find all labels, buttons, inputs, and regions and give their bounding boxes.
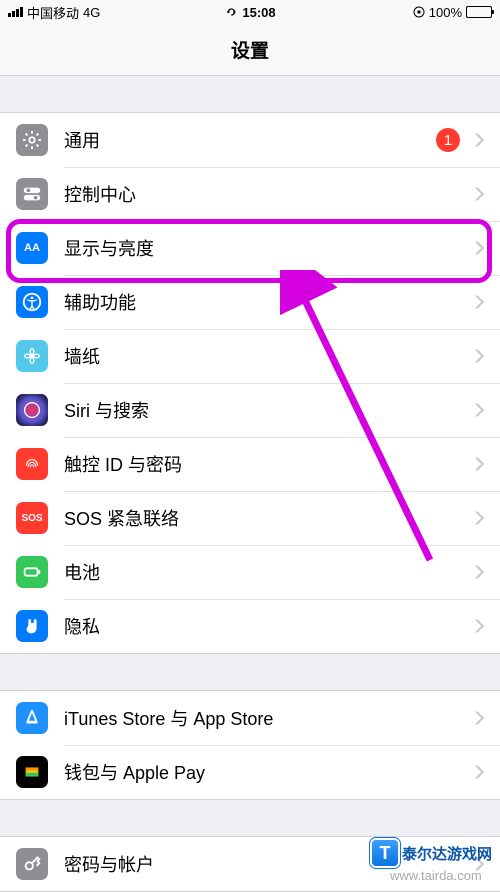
text-size-icon: AA [16, 232, 48, 264]
row-label: Siri 与搜索 [64, 397, 472, 423]
settings-row-display[interactable]: AA 显示与亮度 [0, 221, 500, 275]
carrier-label: 中国移动 [27, 3, 79, 22]
fingerprint-icon [16, 448, 48, 480]
sos-icon: SOS [16, 502, 48, 534]
flower-icon [16, 340, 48, 372]
settings-row-accessibility[interactable]: 辅助功能 [0, 275, 500, 329]
hand-icon [16, 610, 48, 642]
chevron-right-icon [470, 457, 484, 471]
row-label: iTunes Store 与 App Store [64, 705, 472, 731]
row-label: 辅助功能 [64, 289, 472, 315]
chevron-right-icon [470, 133, 484, 147]
chevron-right-icon [470, 295, 484, 309]
hotspot-icon [224, 6, 238, 18]
chevron-right-icon [470, 711, 484, 725]
chevron-right-icon [470, 349, 484, 363]
time-label: 15:08 [242, 5, 275, 20]
watermark-url: www.tairda.com [390, 868, 482, 885]
settings-group-2: iTunes Store 与 App Store 钱包与 Apple Pay [0, 690, 500, 800]
chevron-right-icon [470, 403, 484, 417]
settings-row-general[interactable]: 通用 1 [0, 113, 500, 167]
row-label: 触控 ID 与密码 [64, 451, 472, 477]
key-icon [16, 848, 48, 880]
row-label: 隐私 [64, 613, 472, 639]
settings-row-battery[interactable]: 电池 [0, 545, 500, 599]
row-label: 墙纸 [64, 343, 472, 369]
row-label: SOS 紧急联络 [64, 505, 472, 531]
chevron-right-icon [470, 619, 484, 633]
settings-group-1: 通用 1 控制中心 AA 显示与亮度 辅助功能 墙纸 Siri 与搜索 [0, 112, 500, 654]
settings-row-wallpaper[interactable]: 墙纸 [0, 329, 500, 383]
row-label: 电池 [64, 559, 472, 585]
battery-pct: 100% [429, 5, 462, 20]
page-title: 设置 [231, 36, 269, 63]
row-label: 控制中心 [64, 181, 472, 207]
status-bar: 中国移动 4G 15:08 100% [0, 0, 500, 24]
siri-icon [16, 394, 48, 426]
chevron-right-icon [470, 187, 484, 201]
row-label: 通用 [64, 127, 436, 153]
appstore-icon [16, 702, 48, 734]
status-center: 15:08 [224, 5, 275, 20]
nav-bar: 设置 [0, 24, 500, 76]
badge-count: 1 [436, 128, 460, 152]
network-label: 4G [83, 5, 100, 20]
chevron-right-icon [470, 565, 484, 579]
status-right: 100% [413, 5, 492, 20]
chevron-right-icon [470, 765, 484, 779]
row-label: 钱包与 Apple Pay [64, 759, 472, 785]
toggle-icon [16, 178, 48, 210]
settings-row-itunes[interactable]: iTunes Store 与 App Store [0, 691, 500, 745]
settings-row-siri[interactable]: Siri 与搜索 [0, 383, 500, 437]
chevron-right-icon [470, 241, 484, 255]
gear-icon [16, 124, 48, 156]
signal-icon [8, 7, 23, 17]
settings-row-wallet[interactable]: 钱包与 Apple Pay [0, 745, 500, 799]
battery-icon [466, 6, 492, 18]
watermark-brand: 泰尔达游戏网 [402, 843, 492, 864]
watermark-logo-letter: T [372, 840, 398, 866]
accessibility-icon [16, 286, 48, 318]
settings-row-privacy[interactable]: 隐私 [0, 599, 500, 653]
watermark-logo: T 泰尔达游戏网 [372, 840, 492, 866]
settings-row-touch-id[interactable]: 触控 ID 与密码 [0, 437, 500, 491]
wallet-icon [16, 756, 48, 788]
row-label: 显示与亮度 [64, 235, 472, 261]
chevron-right-icon [470, 511, 484, 525]
status-left: 中国移动 4G [8, 3, 100, 22]
settings-row-control-center[interactable]: 控制中心 [0, 167, 500, 221]
battery-row-icon [16, 556, 48, 588]
settings-row-sos[interactable]: SOS SOS 紧急联络 [0, 491, 500, 545]
orientation-lock-icon [413, 6, 425, 18]
